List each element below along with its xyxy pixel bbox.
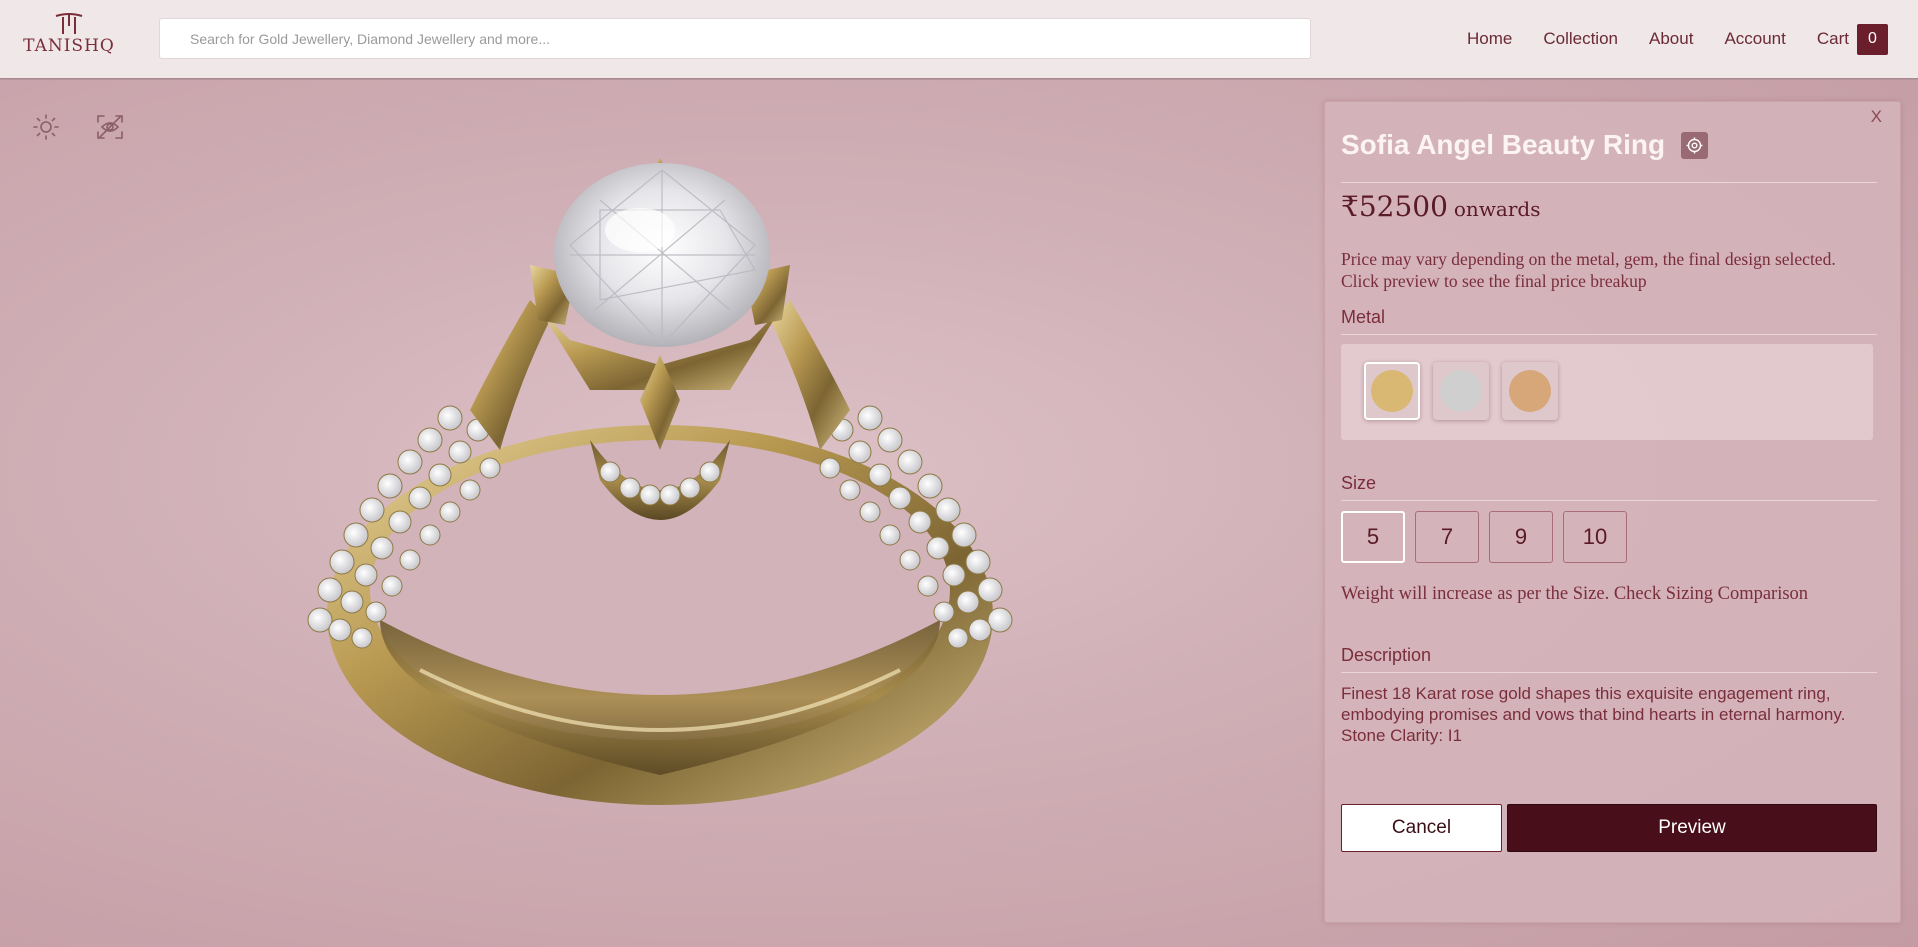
yellow-gold-swatch <box>1371 370 1413 412</box>
metal-section-label: Metal <box>1341 307 1386 327</box>
nav-collection[interactable]: Collection <box>1543 29 1618 49</box>
metal-option-rose-gold[interactable] <box>1502 362 1558 420</box>
price-amount: ₹52500 <box>1341 190 1448 223</box>
price-note: Price may vary depending on the metal, g… <box>1341 248 1886 292</box>
price-note-line: Click preview to see the final price bre… <box>1341 271 1647 291</box>
size-option-10[interactable]: 10 <box>1563 511 1627 563</box>
nav-about[interactable]: About <box>1649 29 1693 49</box>
nav-cart[interactable]: Cart <box>1817 29 1849 49</box>
metal-option-white-gold[interactable] <box>1433 362 1489 420</box>
title-row: Sofia Angel Beauty Ring <box>1341 129 1709 161</box>
close-panel-button[interactable]: X <box>1871 107 1882 127</box>
ring-render-image <box>307 158 1013 805</box>
top-header: TANISHQ Home Collection About Account Ca… <box>0 0 1918 79</box>
metal-divider <box>1341 334 1877 335</box>
preview-button[interactable]: Preview <box>1507 804 1877 852</box>
tanishq-logo-icon <box>55 13 83 34</box>
nav-home[interactable]: Home <box>1467 29 1512 49</box>
metal-options <box>1341 344 1873 440</box>
white-gold-swatch <box>1440 370 1482 412</box>
weight-note: Weight will increase as per the Size. Ch… <box>1341 584 1809 604</box>
size-option-5[interactable]: 5 <box>1341 511 1405 563</box>
metal-option-yellow-gold[interactable] <box>1364 362 1420 420</box>
title-divider <box>1341 182 1877 183</box>
product-3d-viewer[interactable]: X Sofia Angel Beauty Ring ₹52500 onwards … <box>0 80 1918 947</box>
lighting-toggle-button[interactable] <box>28 109 64 145</box>
price-suffix: onwards <box>1453 197 1541 221</box>
cancel-button[interactable]: Cancel <box>1341 804 1502 852</box>
description-line: Stone Clarity: I1 <box>1341 726 1462 745</box>
price-block: ₹52500 onwards <box>1341 190 1540 223</box>
size-divider <box>1341 500 1877 501</box>
brand-logo[interactable]: TANISHQ <box>23 12 114 62</box>
product-title: Sofia Angel Beauty Ring <box>1341 129 1666 160</box>
target-icon <box>1686 137 1703 153</box>
view-in-ar-button[interactable] <box>1681 131 1709 159</box>
description-line: embodying promises and vows that bind he… <box>1341 705 1846 724</box>
cart-count-badge[interactable]: 0 <box>1857 23 1888 55</box>
ring-3d-model[interactable] <box>300 150 1020 850</box>
brand-logo-text: TANISHQ <box>23 36 115 56</box>
nav-account[interactable]: Account <box>1724 29 1785 49</box>
sun-icon <box>33 114 59 140</box>
product-config-panel: X Sofia Angel Beauty Ring ₹52500 onwards … <box>1324 101 1901 923</box>
size-option-9[interactable]: 9 <box>1489 511 1553 563</box>
main-nav: Home Collection About Account Cart 0 <box>1436 0 1888 78</box>
product-description: Finest 18 Karat rose gold shapes this ex… <box>1341 683 1886 746</box>
description-divider <box>1341 672 1877 673</box>
size-option-7[interactable]: 7 <box>1415 511 1479 563</box>
description-section-label: Description <box>1341 645 1432 665</box>
search-input[interactable] <box>159 18 1311 59</box>
rose-gold-swatch <box>1509 370 1551 412</box>
description-line: Finest 18 Karat rose gold shapes this ex… <box>1341 684 1831 703</box>
size-section-label: Size <box>1341 473 1377 493</box>
price-note-line: Price may vary depending on the metal, g… <box>1341 249 1836 269</box>
hide-view-icon <box>97 115 123 139</box>
hide-view-toggle-button[interactable] <box>92 109 128 145</box>
